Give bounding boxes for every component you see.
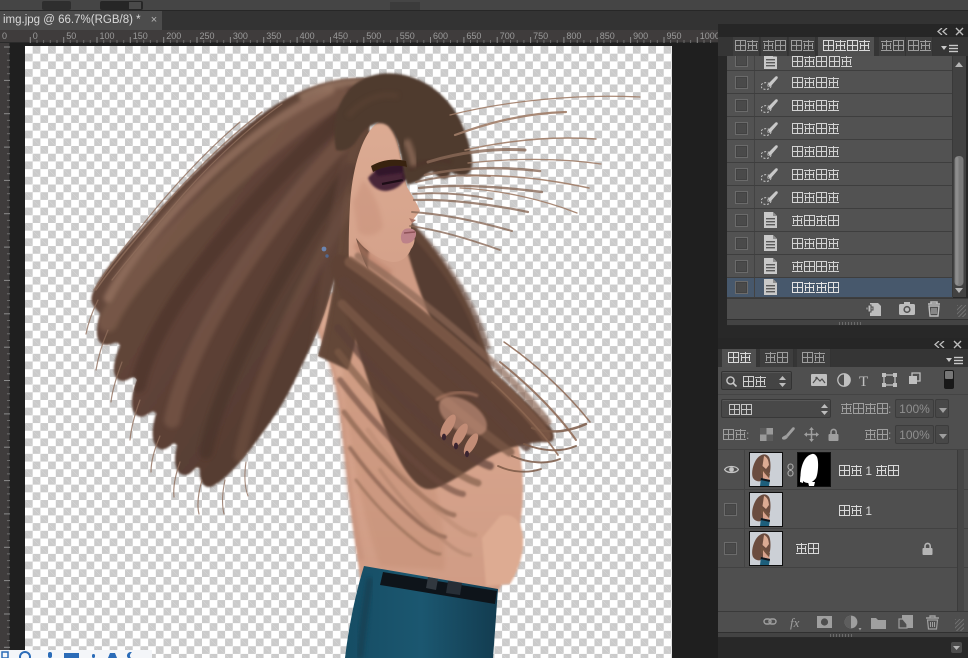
svg-text:800: 800 xyxy=(566,31,581,41)
svg-text:600: 600 xyxy=(433,31,448,41)
svg-text:250: 250 xyxy=(200,31,215,41)
svg-text:500: 500 xyxy=(366,31,381,41)
svg-text:100: 100 xyxy=(100,31,115,41)
svg-text:300: 300 xyxy=(233,31,248,41)
svg-text:T: T xyxy=(859,374,868,390)
svg-text:150: 150 xyxy=(133,31,148,41)
svg-text:200: 200 xyxy=(166,31,181,41)
svg-text:0: 0 xyxy=(2,31,7,41)
svg-text:700: 700 xyxy=(500,31,515,41)
svg-text:850: 850 xyxy=(600,31,615,41)
svg-text:0: 0 xyxy=(33,31,38,41)
svg-text:1000: 1000 xyxy=(700,31,718,41)
svg-text:350: 350 xyxy=(266,31,281,41)
svg-text:550: 550 xyxy=(400,31,415,41)
svg-text:900: 900 xyxy=(633,31,648,41)
svg-text:750: 750 xyxy=(533,31,548,41)
svg-text:650: 650 xyxy=(466,31,481,41)
svg-text:450: 450 xyxy=(333,31,348,41)
svg-text:50: 50 xyxy=(66,31,76,41)
svg-text:950: 950 xyxy=(667,31,682,41)
svg-text:400: 400 xyxy=(300,31,315,41)
svg-text:fx: fx xyxy=(790,615,800,630)
